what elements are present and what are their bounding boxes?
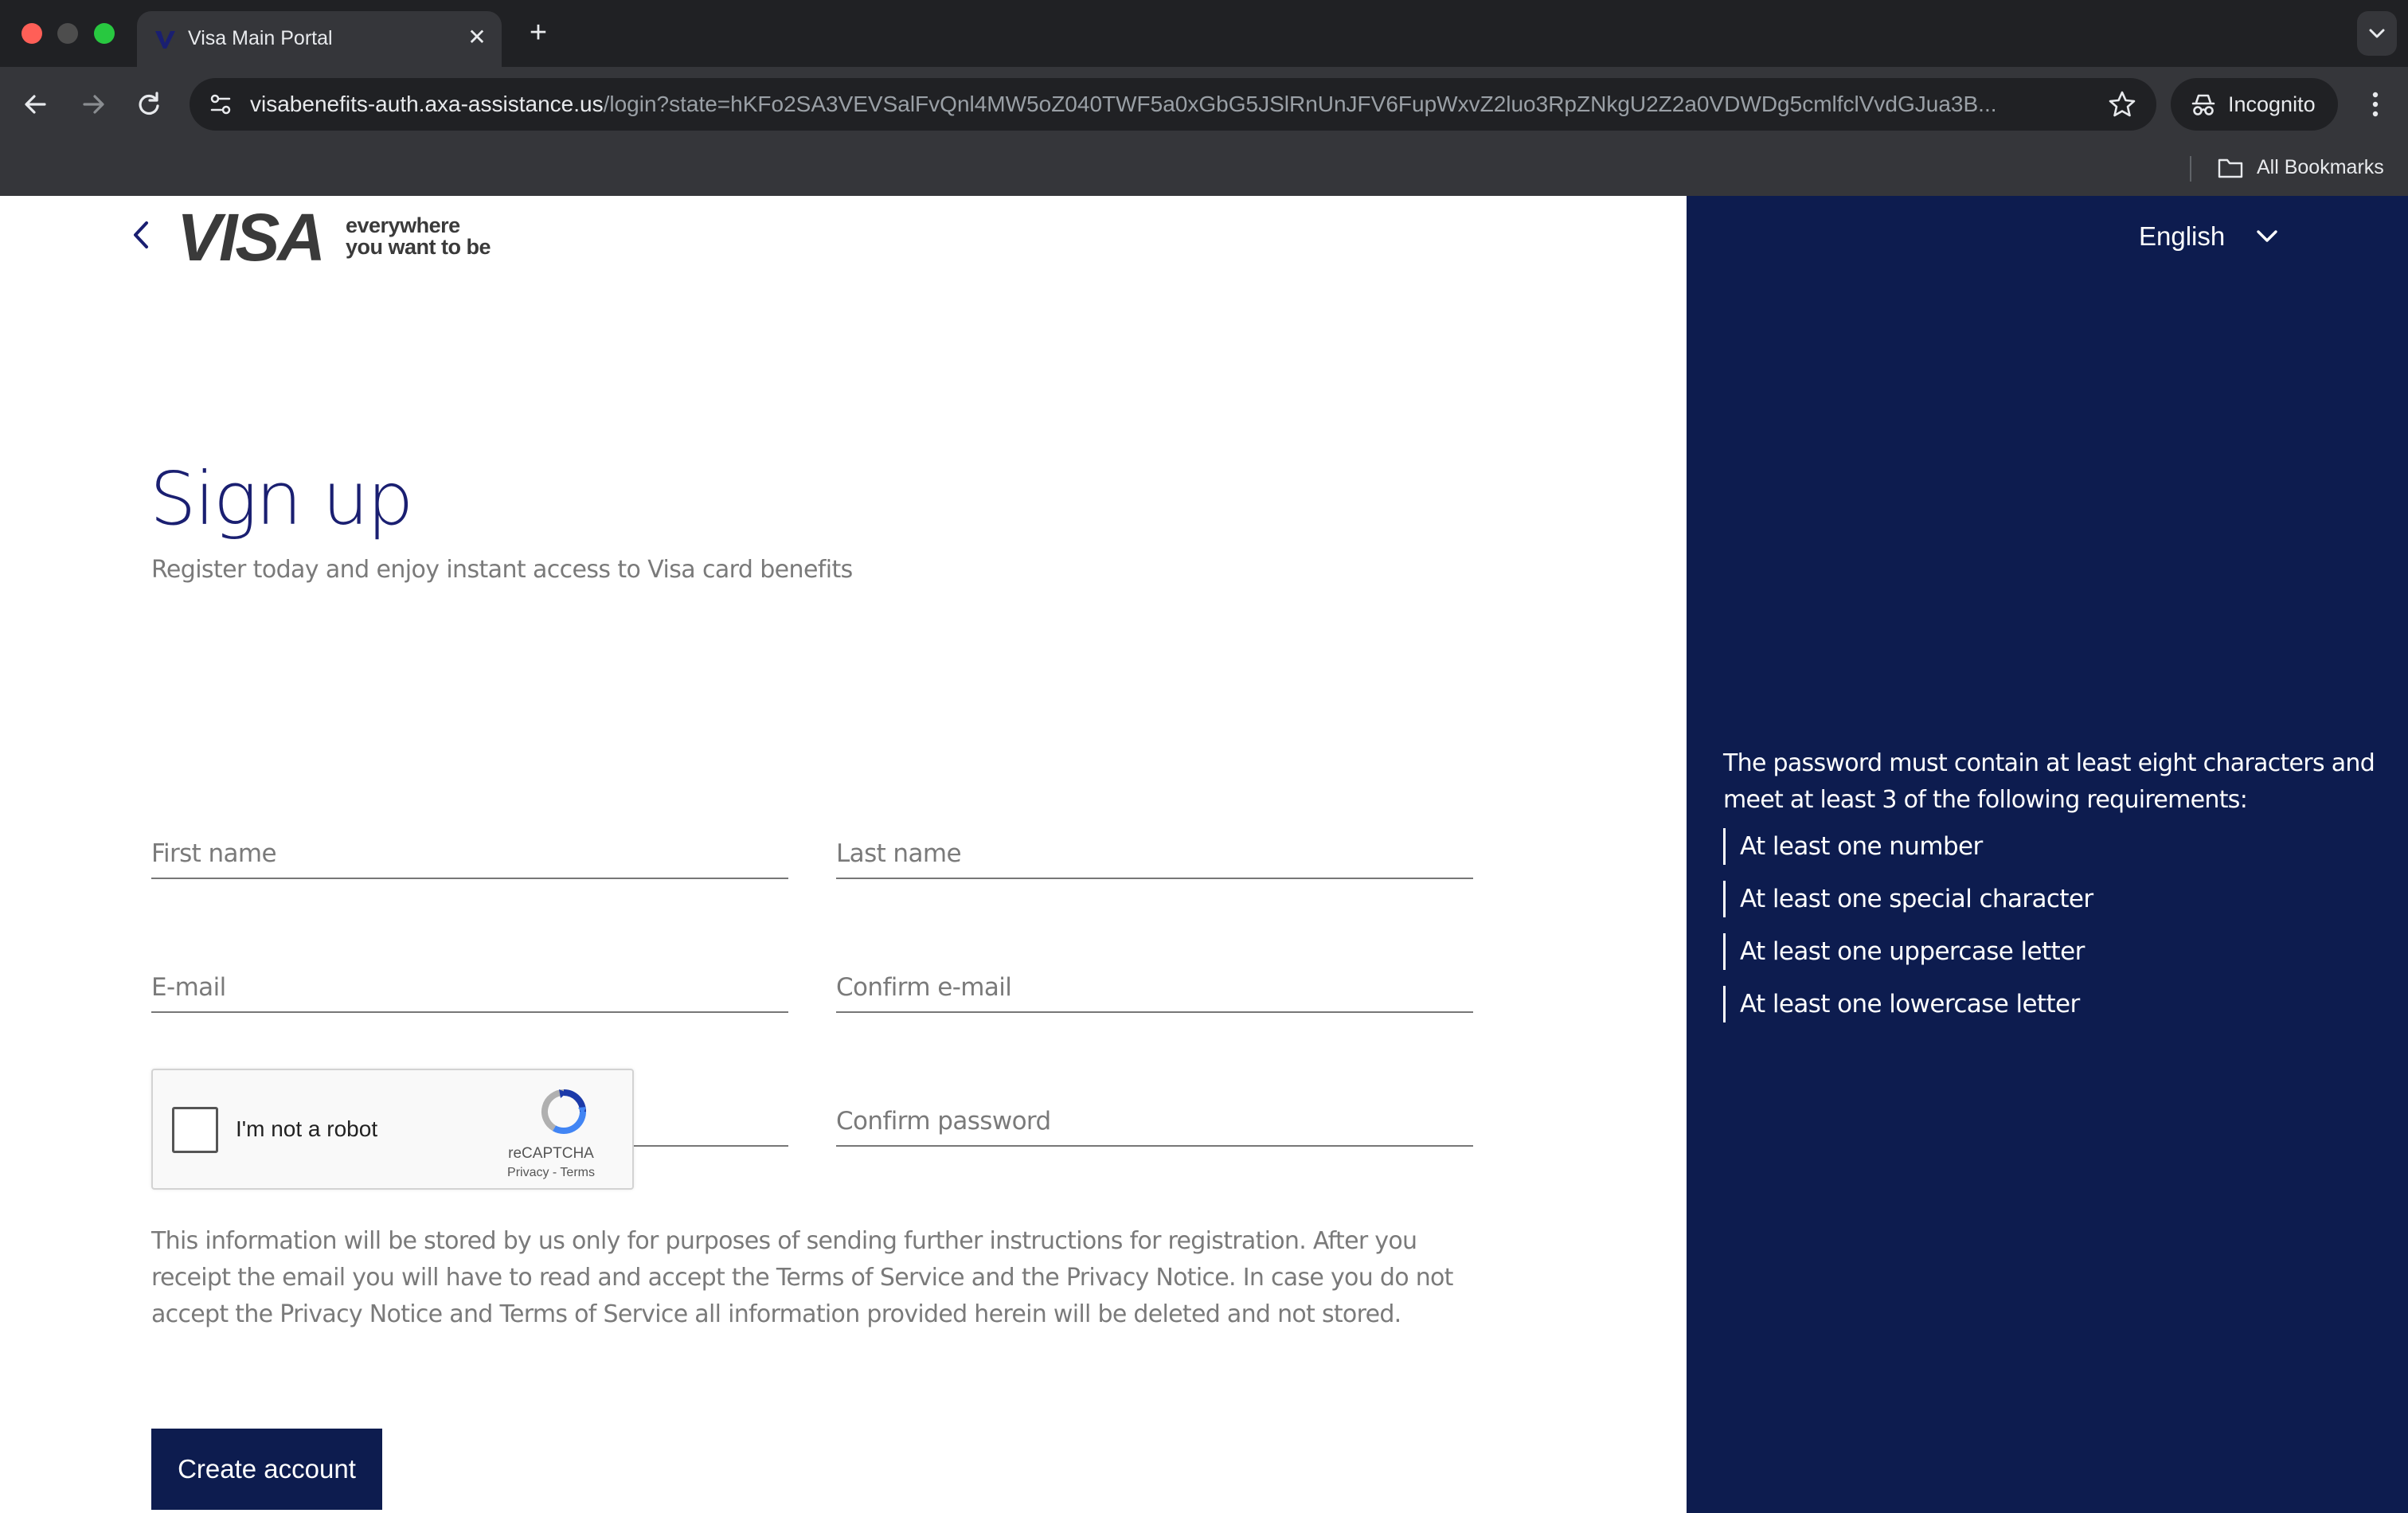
arrow-right-icon: [83, 95, 104, 114]
incognito-label: Incognito: [2228, 92, 2316, 116]
bookmarks-separator: [2190, 156, 2191, 182]
password-requirements: The password must contain at least eight…: [1723, 745, 2384, 1038]
visa-favicon-icon: [155, 31, 175, 49]
reload-button[interactable]: [129, 84, 169, 124]
recaptcha-label: I'm not a robot: [236, 1116, 378, 1141]
incognito-icon: [2191, 94, 2215, 115]
language-label: English: [2139, 221, 2226, 251]
site-info-icon[interactable]: [207, 91, 234, 118]
bookmarks-bar: All Bookmarks: [0, 142, 2408, 196]
minimize-window-button[interactable]: [57, 23, 78, 44]
confirm-password-input[interactable]: [836, 1101, 1473, 1142]
browser-chrome: Visa Main Portal ✕ + visabenefits-auth.a…: [0, 0, 2408, 196]
maximize-window-button[interactable]: [94, 23, 115, 44]
confirm-password-field: [836, 1096, 1473, 1147]
browser-menu-button[interactable]: [2355, 84, 2395, 124]
recaptcha-logo-icon: [541, 1089, 586, 1134]
back-chevron-icon[interactable]: [127, 217, 154, 253]
requirement-uppercase: At least one uppercase letter: [1723, 933, 2384, 970]
address-bar[interactable]: visabenefits-auth.axa-assistance.us/logi…: [190, 78, 2156, 131]
arrow-left-icon: [25, 95, 46, 114]
chevron-down-icon: [2257, 230, 2277, 242]
tab-title: Visa Main Portal: [188, 27, 333, 49]
url-path: /login?state=hKFo2SA3VEVSalFvQnl4MW5oZ04…: [603, 92, 1997, 116]
reload-icon: [139, 92, 159, 115]
page-content: VISA everywhere you want to be Sign up R…: [0, 196, 2408, 1513]
close-tab-icon[interactable]: ✕: [463, 24, 491, 51]
incognito-indicator[interactable]: Incognito: [2171, 78, 2338, 131]
new-tab-button[interactable]: +: [521, 16, 556, 51]
chevron-down-icon: [2369, 29, 2385, 38]
create-account-button[interactable]: Create account: [151, 1429, 382, 1510]
requirement-lowercase: At least one lowercase letter: [1723, 986, 2384, 1022]
recaptcha-widget: I'm not a robot reCAPTCHA Privacy - Term…: [151, 1069, 634, 1190]
requirement-number: At least one number: [1723, 828, 2384, 865]
url-text[interactable]: visabenefits-auth.axa-assistance.us/logi…: [250, 92, 2089, 117]
page-subtitle: Register today and enjoy instant access …: [151, 556, 853, 584]
forward-button[interactable]: [73, 84, 113, 124]
visa-logo: VISA everywhere you want to be: [177, 200, 511, 275]
close-window-button[interactable]: [22, 23, 42, 44]
first-name-input[interactable]: [151, 833, 788, 874]
browser-tab-active[interactable]: Visa Main Portal ✕: [137, 11, 502, 67]
logo-tagline-line-1: everywhere: [346, 213, 460, 237]
confirm-email-field: [836, 962, 1473, 1013]
bookmark-star-icon[interactable]: [2107, 89, 2137, 119]
tab-strip: Visa Main Portal ✕ +: [0, 0, 2408, 67]
logo-wordmark: VISA: [177, 200, 326, 275]
kebab-menu-icon: [2372, 92, 2379, 117]
privacy-disclaimer: This information will be stored by us on…: [151, 1227, 1453, 1328]
confirm-email-input[interactable]: [836, 967, 1473, 1008]
back-button[interactable]: [16, 84, 56, 124]
logo-tagline-line-2: you want to be: [346, 235, 491, 259]
browser-toolbar: visabenefits-auth.axa-assistance.us/logi…: [0, 67, 2408, 142]
folder-icon: [2218, 158, 2243, 178]
last-name-field: [836, 828, 1473, 879]
signup-panel: VISA everywhere you want to be Sign up R…: [0, 196, 1687, 1513]
logo-tagline: everywhere you want to be: [346, 215, 491, 258]
recaptcha-brand: reCAPTCHA: [508, 1145, 594, 1162]
tab-search-button[interactable]: [2357, 11, 2397, 56]
info-panel: English The password must contain at lea…: [1687, 196, 2408, 1513]
page-title: Sign up: [150, 456, 413, 541]
password-requirements-list: At least one number At least one special…: [1723, 828, 2384, 1022]
recaptcha-checkbox[interactable]: [172, 1107, 218, 1153]
email-input[interactable]: [151, 967, 788, 1008]
password-requirements-intro: The password must contain at least eight…: [1723, 749, 2375, 814]
last-name-input[interactable]: [836, 833, 1473, 874]
email-field: [151, 962, 788, 1013]
requirement-special-character: At least one special character: [1723, 881, 2384, 917]
url-host: visabenefits-auth.axa-assistance.us: [250, 92, 604, 116]
all-bookmarks-link[interactable]: All Bookmarks: [2257, 156, 2384, 179]
recaptcha-privacy-terms-links[interactable]: Privacy - Terms: [471, 1166, 631, 1180]
first-name-field: [151, 828, 788, 879]
